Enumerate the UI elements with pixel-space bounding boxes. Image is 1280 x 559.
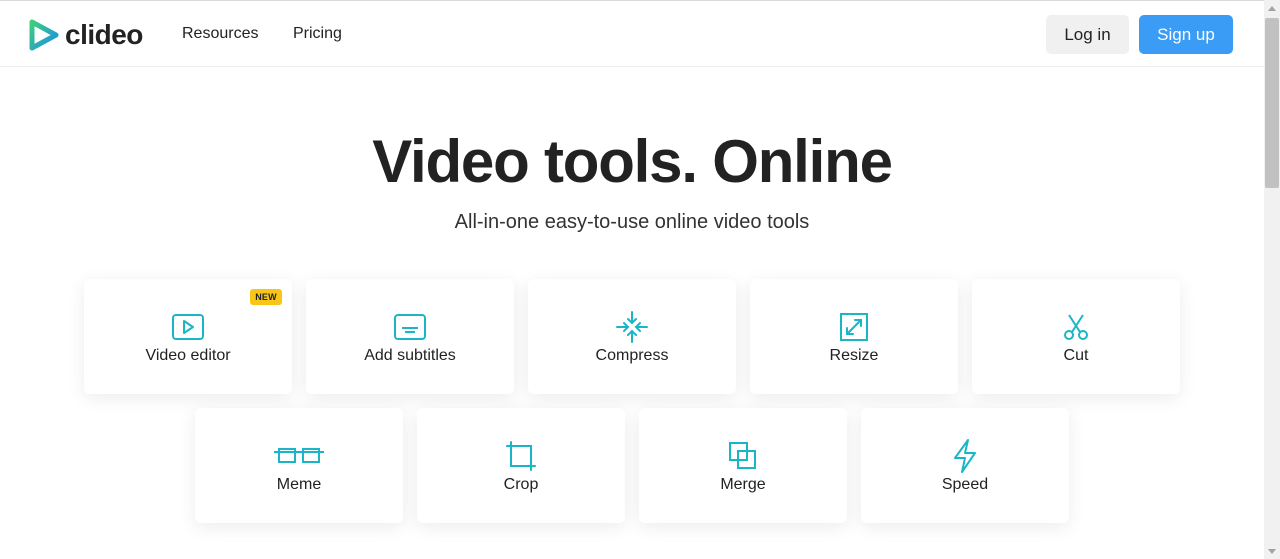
tool-label: Speed [941,476,989,493]
nav-resources[interactable]: Resources [182,25,258,43]
scroll-up-arrow-icon[interactable] [1268,6,1276,11]
logo-play-icon [29,19,59,51]
page-title: Video tools. Online [372,128,893,195]
tool-card-add-subtitles[interactable]: Add subtitles [306,279,514,394]
tool-label: Cut [1063,347,1089,364]
meme-icon [273,438,325,474]
tool-card-meme[interactable]: Meme [195,408,403,523]
scrollbar-thumb[interactable] [1265,18,1279,188]
tool-label: Resize [829,347,879,364]
tool-card-compress[interactable]: Compress [528,279,736,394]
new-badge: NEW [250,289,282,305]
merge-icon [725,438,761,474]
resize-icon [836,309,872,345]
site-header: clideo Resources Pricing Log in Sign up [0,1,1264,67]
subtitles-icon [392,309,428,345]
page-subtitle: All-in-one easy-to-use online video tool… [454,211,810,233]
lightning-icon [947,438,983,474]
nav-pricing[interactable]: Pricing [293,25,342,43]
tool-label: Video editor [145,347,231,364]
logo-text: clideo [65,19,143,50]
tool-card-speed[interactable]: Speed [861,408,1069,523]
tool-card-crop[interactable]: Crop [417,408,625,523]
login-button[interactable]: Log in [1046,15,1129,54]
play-icon [170,309,206,345]
tool-card-resize[interactable]: Resize [750,279,958,394]
scissors-icon [1058,309,1094,345]
crop-icon [503,438,539,474]
tool-card-cut[interactable]: Cut [972,279,1180,394]
tool-label: Add subtitles [364,347,456,364]
clideo-logo[interactable]: clideo [29,18,143,52]
compress-icon [614,309,650,345]
tool-label: Merge [720,476,766,493]
page: clideo Resources Pricing Log in Sign up … [0,0,1264,559]
tool-label: Compress [595,347,669,364]
tool-label: Meme [276,476,322,493]
tool-label: Crop [503,476,539,493]
scroll-down-arrow-icon[interactable] [1268,549,1276,554]
signup-button[interactable]: Sign up [1139,15,1233,54]
tool-card-merge[interactable]: Merge [639,408,847,523]
